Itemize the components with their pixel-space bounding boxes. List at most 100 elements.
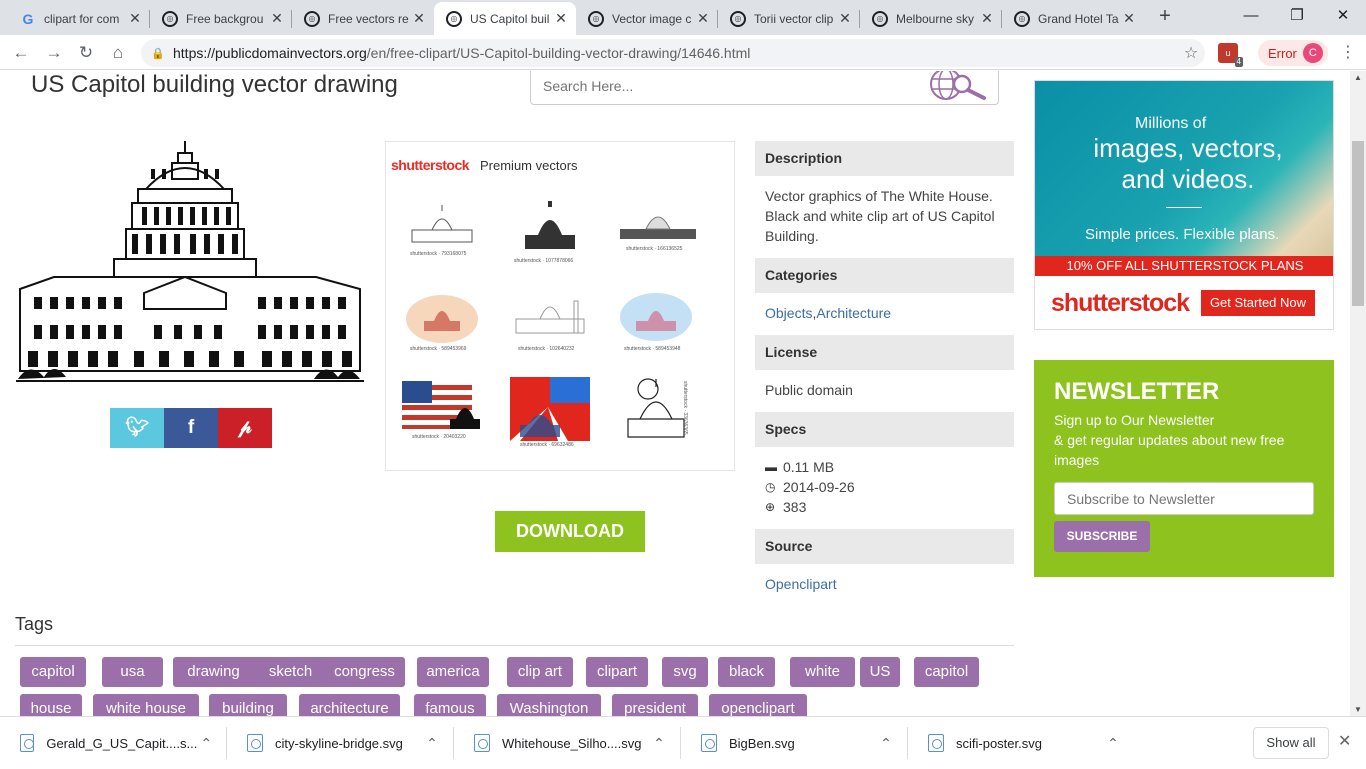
category-link-objects[interactable]: Objects [765, 305, 812, 321]
home-icon[interactable]: ⌂ [105, 40, 131, 66]
extension-icon[interactable]: u4 [1218, 43, 1243, 67]
premium-vectors-box[interactable]: shutterstock Premium vectors shutterstoc… [385, 141, 735, 471]
shutterstock-ad[interactable]: Millions of images, vectors, and videos.… [1034, 80, 1334, 330]
newsletter-email-input[interactable] [1054, 482, 1314, 515]
tag-chip[interactable]: president [612, 694, 698, 716]
tag-chip[interactable]: capitol [914, 657, 979, 687]
tag-chip[interactable]: openclipart [709, 694, 807, 716]
chevron-up-icon[interactable]: ⌃ [876, 735, 896, 752]
close-icon[interactable]: ✕ [838, 10, 852, 27]
tag-chip[interactable]: clip art [507, 657, 573, 687]
pdv-icon: ◎ [162, 10, 178, 27]
tab-label: clipart for com [44, 11, 120, 26]
thumb-caption: shutterstock · 102640232 [518, 346, 575, 352]
subscribe-button[interactable]: SUBSCRIBE [1054, 521, 1150, 552]
bookmark-star-icon[interactable]: ☆ [1177, 43, 1205, 63]
window-close-icon[interactable]: ✕ [1320, 0, 1366, 32]
download-item[interactable]: Gerald_G_US_Capit....s... ⌃ [0, 717, 227, 769]
twitter-share-button[interactable]: 🐦︎ [110, 408, 164, 448]
address-bar[interactable]: 🔒 https://publicdomainvectors.org/en/fre… [141, 39, 1205, 67]
close-icon[interactable]: ✕ [554, 10, 568, 27]
search-globe-icon[interactable] [928, 71, 988, 102]
file-icon [928, 734, 944, 752]
restore-icon[interactable]: ❐ [1274, 0, 1320, 32]
reload-icon[interactable]: ↻ [73, 40, 99, 66]
tab-6[interactable]: ◎ Torii vector clip ✕ [718, 2, 860, 35]
download-button[interactable]: DOWNLOAD [495, 511, 645, 552]
back-arrow-icon[interactable]: ← [8, 40, 34, 66]
new-tab-icon[interactable]: + [1154, 5, 1176, 27]
minimize-icon[interactable]: — [1228, 0, 1274, 32]
url-text[interactable]: https://publicdomainvectors.org/en/free-… [173, 45, 1177, 61]
close-icon[interactable]: ✕ [412, 10, 426, 27]
tab-8[interactable]: ◎ Grand Hotel Ta ✕ [1002, 2, 1144, 35]
tag-chip[interactable]: white [790, 657, 855, 687]
premium-thumb[interactable]: shutterstock · 33636365 [618, 373, 708, 445]
tag-chip[interactable]: black [718, 657, 775, 687]
premium-thumb[interactable]: shutterstock · 793168075 [402, 197, 492, 269]
premium-thumb[interactable]: shutterstock · 69632486 [508, 377, 598, 449]
premium-thumb[interactable]: shutterstock · 166136525 [616, 197, 706, 269]
tag-chip[interactable]: sketch [246, 657, 335, 687]
premium-thumb[interactable]: shutterstock · 102640232 [510, 287, 600, 359]
premium-thumb[interactable]: shutterstock · 20403220 [400, 377, 490, 449]
tag-chip[interactable]: architecture [299, 694, 400, 716]
kebab-menu-icon[interactable]: ⋮ [1338, 41, 1358, 65]
chevron-up-icon[interactable]: ⌃ [197, 735, 215, 752]
tag-chip[interactable]: clipart [586, 657, 648, 687]
close-icon[interactable]: ✕ [1338, 731, 1351, 751]
close-icon[interactable]: ✕ [128, 10, 142, 27]
license-text: Public domain [765, 382, 853, 398]
tag-chip[interactable]: america [417, 657, 489, 687]
capitol-line-thumb [515, 300, 585, 334]
pinterest-share-button[interactable]: 𝓅 [218, 408, 272, 448]
tag-chip[interactable]: congress [324, 657, 405, 687]
get-started-button[interactable]: Get Started Now [1201, 290, 1315, 316]
scroll-down-icon[interactable]: ▼ [1354, 705, 1362, 714]
close-icon[interactable]: ✕ [1122, 10, 1136, 27]
google-icon: G [22, 10, 34, 27]
download-item[interactable]: Whitehouse_Silho....svg ⌃ [454, 717, 681, 769]
tag-chip[interactable]: US [860, 657, 900, 687]
close-icon[interactable]: ✕ [980, 10, 994, 27]
tag-chip[interactable]: Washington [497, 694, 601, 716]
facebook-share-button[interactable]: f [164, 408, 218, 448]
premium-thumb[interactable]: shutterstock · 589453948 [616, 287, 706, 359]
tag-chip[interactable]: famous [414, 694, 486, 716]
forward-arrow-icon[interactable]: → [41, 40, 67, 66]
tag-chip[interactable]: building [209, 694, 287, 716]
download-item[interactable]: city-skyline-bridge.svg ⌃ [227, 717, 454, 769]
tag-chip[interactable]: usa [102, 657, 163, 687]
download-item[interactable]: BigBen.svg ⌃ [681, 717, 908, 769]
close-icon[interactable]: ✕ [696, 10, 710, 27]
download-item[interactable]: scifi-poster.svg ⌃ [908, 717, 1135, 769]
scroll-up-icon[interactable]: ▲ [1354, 73, 1362, 82]
tag-chip[interactable]: capitol [20, 657, 86, 687]
show-all-button[interactable]: Show all [1253, 727, 1329, 759]
url-host: https://publicdomainvectors.org [173, 45, 367, 61]
tab-3[interactable]: ◎ Free vectors re ✕ [292, 2, 434, 35]
category-link-architecture[interactable]: Architecture [816, 305, 891, 321]
tag-chip[interactable]: drawing [173, 657, 254, 687]
chevron-up-icon[interactable]: ⌃ [649, 735, 669, 752]
search-input[interactable] [543, 78, 923, 94]
tag-chip[interactable]: house [20, 694, 82, 716]
scroll-thumb[interactable] [1352, 141, 1364, 306]
search-box[interactable] [530, 71, 999, 105]
source-link[interactable]: Openclipart [765, 576, 837, 592]
profile-error-button[interactable]: Error C [1258, 40, 1328, 66]
tab-label: Torii vector clip [754, 11, 834, 26]
premium-thumb[interactable]: shutterstock · 589453969 [402, 287, 492, 359]
tab-5[interactable]: ◎ Vector image c ✕ [576, 2, 718, 35]
close-icon[interactable]: ✕ [270, 10, 284, 27]
chevron-up-icon[interactable]: ⌃ [1103, 735, 1123, 752]
tag-chip[interactable]: white house [93, 694, 199, 716]
premium-thumb[interactable]: shutterstock · 1077878066 [510, 197, 600, 269]
tab-4-active[interactable]: ◎ US Capitol buil ✕ [434, 2, 576, 35]
chevron-up-icon[interactable]: ⌃ [422, 735, 442, 752]
tab-2[interactable]: ◎ Free backgrou ✕ [150, 2, 292, 35]
tab-1[interactable]: G clipart for com ✕ [8, 2, 150, 35]
tab-7[interactable]: ◎ Melbourne sky ✕ [860, 2, 1002, 35]
tag-chip[interactable]: svg [662, 657, 708, 687]
page-scrollbar[interactable]: ▲ ▼ [1350, 71, 1366, 716]
